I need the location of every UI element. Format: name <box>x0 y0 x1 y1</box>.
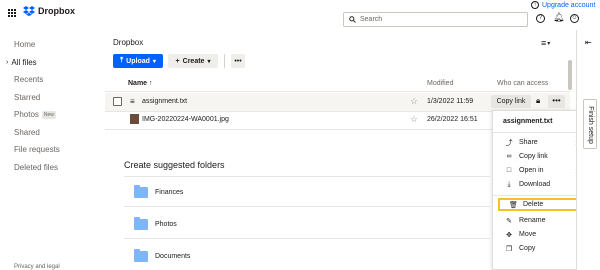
folder-name: Finances <box>155 189 184 196</box>
new-badge: New <box>41 110 56 119</box>
row-more-button[interactable]: ••• <box>548 95 565 108</box>
chevron-down-icon: ▾ <box>207 58 211 65</box>
menu-item-open-in[interactable]: □Open in› <box>496 164 580 177</box>
star-icon[interactable]: ☆ <box>410 96 418 107</box>
sidebar-item-starred[interactable]: Starred <box>14 93 40 102</box>
dropbox-icon <box>23 6 35 16</box>
section-divider <box>124 176 490 177</box>
column-header-name[interactable]: Name ↑ <box>128 80 153 87</box>
file-modified: 1/3/2022 11:59 <box>427 98 474 105</box>
suggested-folders-title: Create suggested folders <box>124 160 225 170</box>
sort-up-icon: ↑ <box>149 80 153 87</box>
share-icon: ⤴ <box>505 139 513 147</box>
chevron-down-icon: ▾ <box>152 58 156 65</box>
sidebar-item-shared[interactable]: Shared <box>14 128 40 137</box>
sidebar: Home › All files Recents Starred Photos Ne… <box>0 30 105 270</box>
folder-icon <box>134 249 148 262</box>
menu-item-move[interactable]: ✥ Move <box>496 228 580 241</box>
upgrade-label: Upgrade account <box>542 1 596 9</box>
file-name[interactable]: IMG-20220224-WA0001.jpg <box>142 116 229 123</box>
menu-item-copy-link[interactable]: ∞ Copy link <box>496 150 580 163</box>
search-input[interactable]: Search <box>343 12 528 27</box>
image-file-icon <box>130 114 139 124</box>
menu-divider <box>493 195 589 196</box>
app-grid-icon[interactable] <box>7 8 16 17</box>
chevron-right-icon: › <box>6 59 9 66</box>
menu-divider <box>493 132 589 133</box>
dropbox-logo[interactable]: Dropbox <box>23 6 75 16</box>
trash-icon: 🗑︎ <box>509 201 518 209</box>
menu-item-download[interactable]: ⤓ Download <box>496 178 580 191</box>
table-row[interactable]: ≡ assignment.txt ☆ 1/3/2022 11:59 Copy l… <box>105 93 570 111</box>
header-divider <box>105 91 570 92</box>
move-icon: ✥ <box>506 231 512 239</box>
row-divider <box>124 238 490 239</box>
text-file-icon: ≡ <box>130 97 135 106</box>
sidebar-item-all-files[interactable]: › All files <box>6 58 37 67</box>
view-toggle-icon[interactable]: ≡ ▾ <box>541 38 550 48</box>
upload-icon: ⤒ <box>120 57 124 64</box>
collapse-panel-icon[interactable]: ⇤ <box>585 38 592 47</box>
menu-item-share[interactable]: ⤴Share› <box>496 136 580 149</box>
top-bar: Dropbox ↑ Upgrade account Search ? 🔔︎ ☺ <box>0 0 600 30</box>
sidebar-item-photos[interactable]: Photos New <box>14 110 56 119</box>
logo-text: Dropbox <box>38 6 75 16</box>
rename-icon: ✎ <box>506 217 512 225</box>
scrollbar[interactable] <box>568 60 572 90</box>
search-icon <box>349 16 356 23</box>
finish-setup-tab[interactable]: Finish setup <box>583 99 597 149</box>
breadcrumb: Dropbox <box>113 38 144 47</box>
column-header-access[interactable]: Who can access <box>497 80 548 87</box>
help-icon[interactable]: ? <box>536 14 545 23</box>
file-modified: 26/2/2022 16:51 <box>427 116 478 123</box>
finish-setup-label: Finish setup <box>587 106 594 144</box>
sidebar-item-deleted-files[interactable]: Deleted files <box>14 163 58 172</box>
list-item[interactable]: Finances <box>124 182 490 207</box>
menu-item-delete[interactable]: 🗑︎ Delete <box>498 198 580 211</box>
folder-icon <box>134 217 148 230</box>
download-icon: ⤓ <box>507 180 511 188</box>
upload-button[interactable]: ⤒ Upload ▾ <box>113 54 163 68</box>
upgrade-account-link[interactable]: ↑ Upgrade account <box>531 1 595 9</box>
list-item[interactable]: Documents <box>124 246 490 270</box>
avatar[interactable]: ☺ <box>570 14 579 23</box>
sidebar-item-home[interactable]: Home <box>14 40 35 49</box>
sidebar-item-file-requests[interactable]: File requests <box>14 145 60 154</box>
copy-icon: ❐ <box>505 245 513 253</box>
folder-name: Documents <box>155 253 191 260</box>
folder-name: Photos <box>155 221 177 228</box>
context-menu-title: assignment.txt <box>503 118 553 125</box>
plus-icon: + <box>175 57 180 65</box>
toolbar-divider <box>224 54 225 68</box>
copy-link-button[interactable]: Copy link <box>491 95 531 108</box>
link-icon: ∞ <box>506 153 512 160</box>
open-in-icon: □ <box>506 167 512 174</box>
upgrade-icon: ↑ <box>531 1 539 9</box>
row-checkbox[interactable] <box>113 97 122 106</box>
row-divider <box>124 206 490 207</box>
menu-item-rename[interactable]: ✎ Rename <box>496 214 580 227</box>
column-header-modified[interactable]: Modified <box>427 80 453 87</box>
menu-item-copy[interactable]: ❐ Copy <box>496 242 580 255</box>
folder-icon <box>134 185 148 198</box>
right-rail: ⇤ Finish setup <box>576 30 600 270</box>
lock-icon: 🔒︎ <box>536 96 541 105</box>
create-button[interactable]: + Create ▾ <box>168 54 218 68</box>
star-icon[interactable]: ☆ <box>410 114 418 125</box>
list-item[interactable]: Photos <box>124 214 490 239</box>
privacy-legal-link[interactable]: Privacy and legal <box>14 264 60 270</box>
sidebar-item-recents[interactable]: Recents <box>14 75 43 84</box>
more-actions-button[interactable]: ••• <box>231 54 245 68</box>
search-placeholder: Search <box>360 16 383 23</box>
file-name[interactable]: assignment.txt <box>142 98 187 105</box>
bell-icon[interactable]: 🔔︎ <box>553 13 564 23</box>
